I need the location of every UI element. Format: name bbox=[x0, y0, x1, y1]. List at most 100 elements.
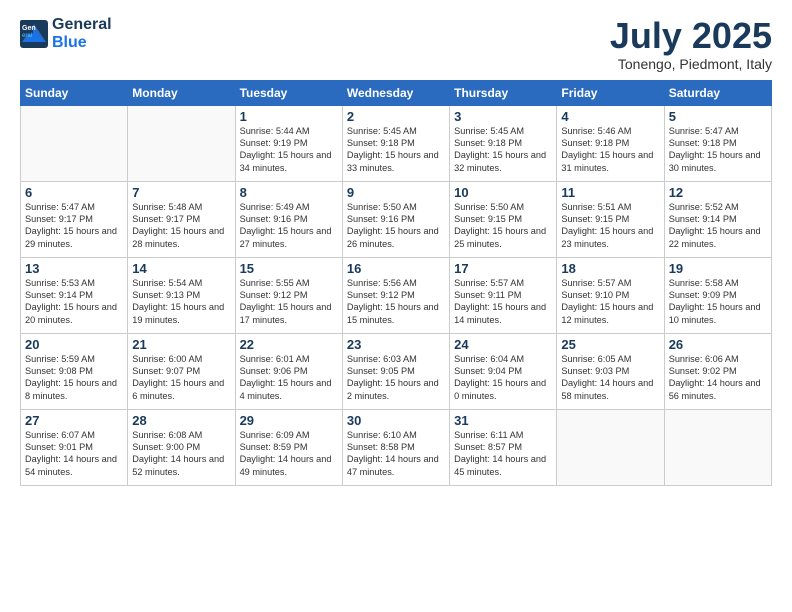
day-info: Sunrise: 5:50 AM Sunset: 9:16 PM Dayligh… bbox=[347, 201, 445, 251]
table-row: 13Sunrise: 5:53 AM Sunset: 9:14 PM Dayli… bbox=[21, 257, 128, 333]
day-number: 19 bbox=[669, 261, 767, 276]
svg-text:Gen: Gen bbox=[22, 25, 36, 32]
table-row: 11Sunrise: 5:51 AM Sunset: 9:15 PM Dayli… bbox=[557, 181, 664, 257]
table-row bbox=[557, 409, 664, 485]
day-info: Sunrise: 6:04 AM Sunset: 9:04 PM Dayligh… bbox=[454, 353, 552, 403]
day-info: Sunrise: 6:07 AM Sunset: 9:01 PM Dayligh… bbox=[25, 429, 123, 479]
table-row: 25Sunrise: 6:05 AM Sunset: 9:03 PM Dayli… bbox=[557, 333, 664, 409]
col-sunday: Sunday bbox=[21, 80, 128, 105]
table-row: 29Sunrise: 6:09 AM Sunset: 8:59 PM Dayli… bbox=[235, 409, 342, 485]
day-number: 3 bbox=[454, 109, 552, 124]
day-number: 1 bbox=[240, 109, 338, 124]
calendar-week-row: 6Sunrise: 5:47 AM Sunset: 9:17 PM Daylig… bbox=[21, 181, 772, 257]
day-number: 23 bbox=[347, 337, 445, 352]
day-info: Sunrise: 5:44 AM Sunset: 9:19 PM Dayligh… bbox=[240, 125, 338, 175]
table-row: 23Sunrise: 6:03 AM Sunset: 9:05 PM Dayli… bbox=[342, 333, 449, 409]
day-number: 25 bbox=[561, 337, 659, 352]
table-row: 9Sunrise: 5:50 AM Sunset: 9:16 PM Daylig… bbox=[342, 181, 449, 257]
table-row: 4Sunrise: 5:46 AM Sunset: 9:18 PM Daylig… bbox=[557, 105, 664, 181]
day-info: Sunrise: 5:45 AM Sunset: 9:18 PM Dayligh… bbox=[347, 125, 445, 175]
day-number: 15 bbox=[240, 261, 338, 276]
day-info: Sunrise: 6:10 AM Sunset: 8:58 PM Dayligh… bbox=[347, 429, 445, 479]
day-info: Sunrise: 5:53 AM Sunset: 9:14 PM Dayligh… bbox=[25, 277, 123, 327]
col-tuesday: Tuesday bbox=[235, 80, 342, 105]
table-row: 1Sunrise: 5:44 AM Sunset: 9:19 PM Daylig… bbox=[235, 105, 342, 181]
day-number: 27 bbox=[25, 413, 123, 428]
table-row: 6Sunrise: 5:47 AM Sunset: 9:17 PM Daylig… bbox=[21, 181, 128, 257]
table-row: 12Sunrise: 5:52 AM Sunset: 9:14 PM Dayli… bbox=[664, 181, 771, 257]
day-number: 14 bbox=[132, 261, 230, 276]
day-info: Sunrise: 6:01 AM Sunset: 9:06 PM Dayligh… bbox=[240, 353, 338, 403]
table-row: 17Sunrise: 5:57 AM Sunset: 9:11 PM Dayli… bbox=[450, 257, 557, 333]
day-number: 6 bbox=[25, 185, 123, 200]
day-number: 16 bbox=[347, 261, 445, 276]
table-row bbox=[128, 105, 235, 181]
day-info: Sunrise: 5:49 AM Sunset: 9:16 PM Dayligh… bbox=[240, 201, 338, 251]
table-row: 10Sunrise: 5:50 AM Sunset: 9:15 PM Dayli… bbox=[450, 181, 557, 257]
table-row: 2Sunrise: 5:45 AM Sunset: 9:18 PM Daylig… bbox=[342, 105, 449, 181]
table-row: 28Sunrise: 6:08 AM Sunset: 9:00 PM Dayli… bbox=[128, 409, 235, 485]
day-number: 18 bbox=[561, 261, 659, 276]
day-info: Sunrise: 6:05 AM Sunset: 9:03 PM Dayligh… bbox=[561, 353, 659, 403]
col-wednesday: Wednesday bbox=[342, 80, 449, 105]
day-number: 21 bbox=[132, 337, 230, 352]
day-info: Sunrise: 5:50 AM Sunset: 9:15 PM Dayligh… bbox=[454, 201, 552, 251]
calendar-week-row: 1Sunrise: 5:44 AM Sunset: 9:19 PM Daylig… bbox=[21, 105, 772, 181]
day-info: Sunrise: 6:03 AM Sunset: 9:05 PM Dayligh… bbox=[347, 353, 445, 403]
day-number: 12 bbox=[669, 185, 767, 200]
day-number: 2 bbox=[347, 109, 445, 124]
day-number: 29 bbox=[240, 413, 338, 428]
svg-text:eral: eral bbox=[22, 33, 32, 39]
table-row: 31Sunrise: 6:11 AM Sunset: 8:57 PM Dayli… bbox=[450, 409, 557, 485]
col-monday: Monday bbox=[128, 80, 235, 105]
day-info: Sunrise: 6:00 AM Sunset: 9:07 PM Dayligh… bbox=[132, 353, 230, 403]
calendar-week-row: 27Sunrise: 6:07 AM Sunset: 9:01 PM Dayli… bbox=[21, 409, 772, 485]
day-number: 13 bbox=[25, 261, 123, 276]
day-info: Sunrise: 5:57 AM Sunset: 9:10 PM Dayligh… bbox=[561, 277, 659, 327]
day-number: 7 bbox=[132, 185, 230, 200]
table-row bbox=[664, 409, 771, 485]
day-info: Sunrise: 5:52 AM Sunset: 9:14 PM Dayligh… bbox=[669, 201, 767, 251]
day-info: Sunrise: 5:58 AM Sunset: 9:09 PM Dayligh… bbox=[669, 277, 767, 327]
title-block: July 2025 Tonengo, Piedmont, Italy bbox=[610, 16, 772, 72]
day-info: Sunrise: 6:08 AM Sunset: 9:00 PM Dayligh… bbox=[132, 429, 230, 479]
logo-icon: Gen eral bbox=[20, 20, 48, 48]
day-number: 11 bbox=[561, 185, 659, 200]
table-row: 5Sunrise: 5:47 AM Sunset: 9:18 PM Daylig… bbox=[664, 105, 771, 181]
table-row: 8Sunrise: 5:49 AM Sunset: 9:16 PM Daylig… bbox=[235, 181, 342, 257]
table-row: 21Sunrise: 6:00 AM Sunset: 9:07 PM Dayli… bbox=[128, 333, 235, 409]
col-friday: Friday bbox=[557, 80, 664, 105]
table-row: 30Sunrise: 6:10 AM Sunset: 8:58 PM Dayli… bbox=[342, 409, 449, 485]
table-row: 27Sunrise: 6:07 AM Sunset: 9:01 PM Dayli… bbox=[21, 409, 128, 485]
col-thursday: Thursday bbox=[450, 80, 557, 105]
logo: Gen eral General Blue bbox=[20, 16, 112, 51]
location: Tonengo, Piedmont, Italy bbox=[610, 56, 772, 72]
day-info: Sunrise: 5:54 AM Sunset: 9:13 PM Dayligh… bbox=[132, 277, 230, 327]
day-info: Sunrise: 5:51 AM Sunset: 9:15 PM Dayligh… bbox=[561, 201, 659, 251]
calendar-week-row: 20Sunrise: 5:59 AM Sunset: 9:08 PM Dayli… bbox=[21, 333, 772, 409]
day-number: 8 bbox=[240, 185, 338, 200]
table-row: 22Sunrise: 6:01 AM Sunset: 9:06 PM Dayli… bbox=[235, 333, 342, 409]
table-row: 3Sunrise: 5:45 AM Sunset: 9:18 PM Daylig… bbox=[450, 105, 557, 181]
day-number: 4 bbox=[561, 109, 659, 124]
header: Gen eral General Blue July 2025 Tonengo,… bbox=[20, 16, 772, 72]
day-info: Sunrise: 6:09 AM Sunset: 8:59 PM Dayligh… bbox=[240, 429, 338, 479]
day-number: 31 bbox=[454, 413, 552, 428]
logo-text: General Blue bbox=[52, 16, 112, 51]
day-number: 5 bbox=[669, 109, 767, 124]
table-row: 15Sunrise: 5:55 AM Sunset: 9:12 PM Dayli… bbox=[235, 257, 342, 333]
day-info: Sunrise: 5:47 AM Sunset: 9:17 PM Dayligh… bbox=[25, 201, 123, 251]
day-info: Sunrise: 5:46 AM Sunset: 9:18 PM Dayligh… bbox=[561, 125, 659, 175]
day-info: Sunrise: 5:59 AM Sunset: 9:08 PM Dayligh… bbox=[25, 353, 123, 403]
day-info: Sunrise: 5:55 AM Sunset: 9:12 PM Dayligh… bbox=[240, 277, 338, 327]
day-number: 9 bbox=[347, 185, 445, 200]
table-row: 26Sunrise: 6:06 AM Sunset: 9:02 PM Dayli… bbox=[664, 333, 771, 409]
day-number: 26 bbox=[669, 337, 767, 352]
table-row: 20Sunrise: 5:59 AM Sunset: 9:08 PM Dayli… bbox=[21, 333, 128, 409]
table-row: 24Sunrise: 6:04 AM Sunset: 9:04 PM Dayli… bbox=[450, 333, 557, 409]
calendar-header-row: Sunday Monday Tuesday Wednesday Thursday… bbox=[21, 80, 772, 105]
calendar-table: Sunday Monday Tuesday Wednesday Thursday… bbox=[20, 80, 772, 486]
day-info: Sunrise: 5:57 AM Sunset: 9:11 PM Dayligh… bbox=[454, 277, 552, 327]
table-row bbox=[21, 105, 128, 181]
day-number: 24 bbox=[454, 337, 552, 352]
